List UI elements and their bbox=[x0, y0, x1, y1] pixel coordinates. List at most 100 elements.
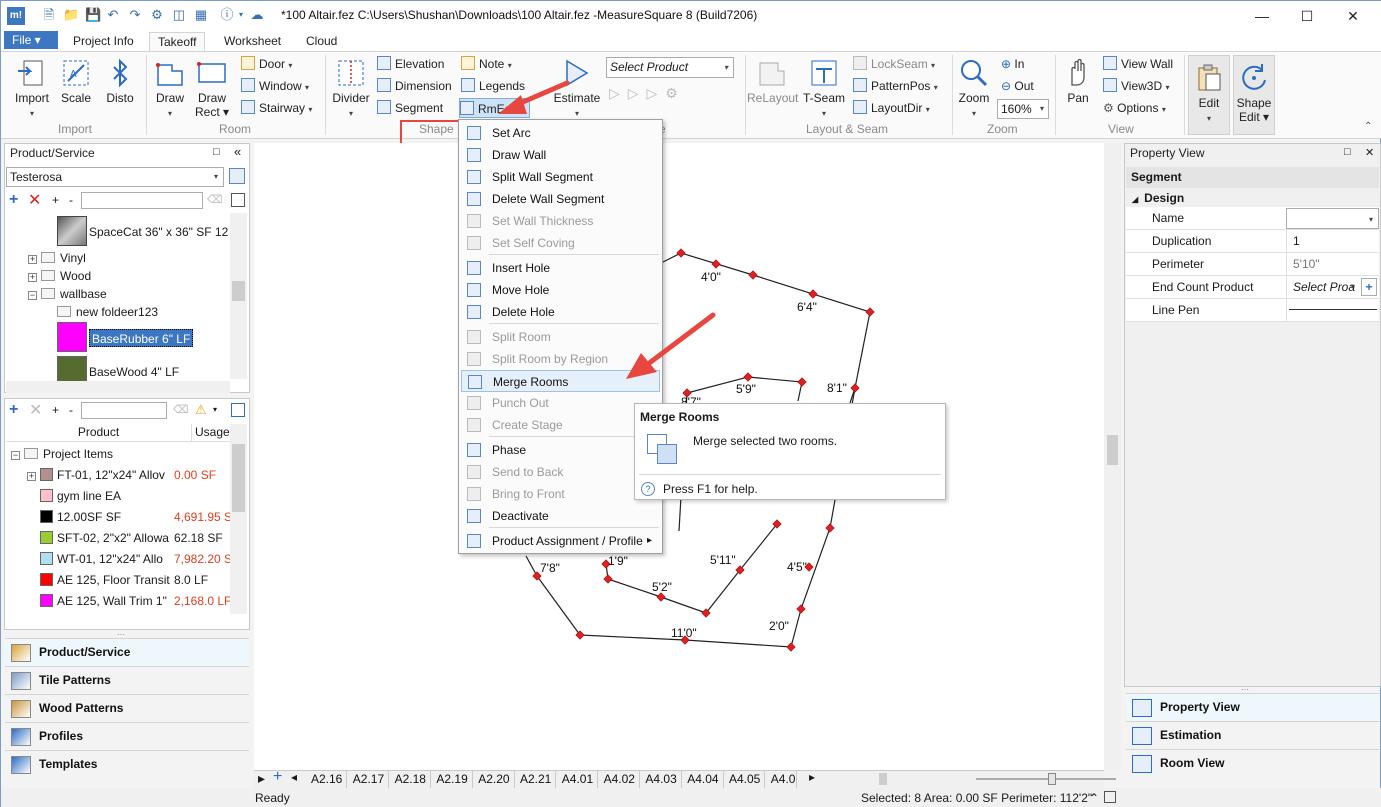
grid-icon[interactable]: ▦ bbox=[193, 7, 209, 23]
note-button[interactable]: Note ▾ bbox=[461, 54, 512, 74]
vertex-handle[interactable] bbox=[743, 372, 753, 382]
redo-icon[interactable]: ↷ bbox=[127, 7, 143, 23]
clear-search-icon[interactable]: ⌫ bbox=[207, 193, 223, 206]
menu-item-insert-hole[interactable]: Insert Hole bbox=[461, 257, 660, 279]
menu-item-delete-wall-segment[interactable]: Delete Wall Segment bbox=[461, 188, 660, 210]
vertex-handle[interactable] bbox=[850, 383, 860, 393]
add-product-icon[interactable]: + bbox=[9, 191, 18, 209]
vertex-handle[interactable] bbox=[786, 642, 796, 652]
menu-item-draw-wall[interactable]: Draw Wall bbox=[461, 144, 660, 166]
sheet-tab[interactable]: A4.01 bbox=[558, 771, 599, 788]
tab-cloud[interactable]: Cloud bbox=[298, 32, 345, 51]
dimension-button[interactable]: Dimension bbox=[377, 76, 452, 96]
view3d-button[interactable]: View3D ▾ bbox=[1103, 76, 1170, 96]
tree-item-baserubber[interactable]: BaseRubber 6" LF bbox=[89, 329, 194, 347]
nav-templates[interactable]: Templates bbox=[5, 750, 249, 778]
expand-all-icon[interactable]: + bbox=[52, 403, 59, 417]
add-item-icon[interactable]: + bbox=[9, 401, 18, 419]
sheet-tab[interactable]: A2.18 bbox=[391, 771, 431, 788]
minimize-button[interactable]: — bbox=[1251, 5, 1273, 27]
menu-item-set-arc[interactable]: Set Arc bbox=[461, 122, 660, 144]
patternpos-button[interactable]: PatternPos ▾ bbox=[853, 76, 938, 96]
warning-icon[interactable]: ⚠ bbox=[195, 402, 207, 418]
vertex-handle[interactable] bbox=[808, 289, 818, 299]
tree-item-spacecat[interactable]: SpaceCat 36" x 36" SF 12 S bbox=[89, 223, 240, 241]
usage-column-usage[interactable]: Usage bbox=[192, 424, 230, 442]
zoom-slider[interactable] bbox=[976, 773, 1116, 785]
tree-folder-wood[interactable]: + Wood bbox=[28, 267, 91, 285]
open-folder-icon[interactable]: 📁 bbox=[63, 7, 79, 23]
pan-button[interactable]: Pan bbox=[1059, 57, 1097, 105]
add-sheet-plus-button[interactable]: + bbox=[273, 768, 282, 786]
stairway-button[interactable]: Stairway ▾ bbox=[241, 98, 312, 118]
new-file-icon[interactable]: 🗎 bbox=[41, 7, 57, 23]
elevation-button[interactable]: Elevation bbox=[377, 54, 444, 74]
product-tree-scrollbar[interactable] bbox=[230, 213, 247, 379]
ribbon-collapse-icon[interactable]: ⌃ bbox=[1364, 121, 1372, 132]
collapse-all-icon[interactable]: - bbox=[69, 403, 73, 417]
property-name-select[interactable]: ▾ bbox=[1286, 208, 1379, 229]
tab-worksheet[interactable]: Worksheet bbox=[216, 32, 289, 51]
panel-close-icon[interactable]: ✕ bbox=[1365, 146, 1374, 159]
sheet-hscrollbar[interactable] bbox=[821, 771, 971, 787]
sheet-tab[interactable]: A2.19 bbox=[432, 771, 473, 788]
expand-icon[interactable]: + bbox=[27, 472, 36, 481]
scroll-up-icon[interactable]: ⌃ bbox=[1089, 788, 1099, 807]
panel-collapse-icon[interactable]: « bbox=[234, 144, 241, 159]
expand-icon[interactable]: + bbox=[28, 273, 37, 282]
menu-item-deactivate[interactable]: Deactivate bbox=[461, 505, 660, 527]
vertex-handle[interactable] bbox=[575, 630, 585, 640]
cloud-icon[interactable]: ☁ bbox=[249, 7, 265, 23]
file-tab[interactable]: File ▾ bbox=[4, 31, 58, 49]
canvas-vscrollbar[interactable] bbox=[1104, 143, 1121, 770]
sheet-tab[interactable]: A2.21 bbox=[516, 771, 557, 788]
database-icon[interactable]: ◫ bbox=[171, 7, 187, 23]
scale-button[interactable]: A Scale bbox=[57, 57, 95, 105]
window-button[interactable]: Window ▾ bbox=[241, 76, 309, 96]
warning-dropdown-icon[interactable]: ▾ bbox=[213, 405, 217, 414]
sheet-tab[interactable]: A4.05 bbox=[725, 771, 766, 788]
tree-item-basewood[interactable]: BaseWood 4" LF bbox=[89, 363, 179, 381]
vertex-handle[interactable] bbox=[796, 604, 806, 614]
vertex-handle[interactable] bbox=[711, 259, 721, 269]
nav-profiles[interactable]: Profiles bbox=[5, 722, 249, 750]
tree-folder-vinyl[interactable]: + Vinyl bbox=[28, 249, 86, 267]
tseam-button[interactable]: T-Seam ▾ bbox=[801, 57, 847, 119]
panel-layout-icon[interactable] bbox=[231, 193, 245, 207]
product-search-input[interactable] bbox=[81, 192, 203, 209]
add-sheet-button[interactable]: ▸ bbox=[258, 770, 265, 787]
zoom-button[interactable]: Zoom ▾ bbox=[955, 57, 993, 119]
expand-all-icon[interactable]: + bbox=[52, 193, 59, 207]
app-logo[interactable]: m! bbox=[7, 7, 25, 25]
nav-product-service[interactable]: Product/Service bbox=[5, 638, 249, 666]
status-toggle-icon[interactable] bbox=[1104, 791, 1116, 803]
vertex-handle[interactable] bbox=[748, 270, 758, 280]
product-tree-hscrollbar[interactable] bbox=[6, 381, 230, 393]
lockseam-button[interactable]: LockSeam ▾ bbox=[853, 54, 935, 74]
relayout-button[interactable]: ReLayout bbox=[747, 57, 798, 105]
panel-pin-icon[interactable]: □ bbox=[213, 146, 220, 158]
nav-estimation[interactable]: Estimation bbox=[1126, 721, 1379, 749]
select-product-dropdown[interactable]: Select Product ▾ bbox=[606, 57, 734, 78]
usage-scrollbar[interactable] bbox=[230, 424, 247, 614]
end-count-product-select[interactable]: Select Proa ▾ bbox=[1286, 276, 1358, 298]
door-button[interactable]: Door ▾ bbox=[241, 54, 292, 74]
sheet-tab[interactable]: A4.04 bbox=[683, 771, 724, 788]
category-dropdown[interactable]: Testerosa ▾ bbox=[6, 167, 224, 187]
options-button[interactable]: ⚙ Options ▾ bbox=[1103, 98, 1166, 118]
menu-item-delete-hole[interactable]: Delete Hole bbox=[461, 301, 660, 323]
vertex-handle[interactable] bbox=[797, 377, 807, 387]
zoom-out-button[interactable]: ⊖ Out bbox=[1001, 76, 1034, 96]
collapse-icon[interactable]: − bbox=[28, 291, 37, 300]
duplication-value[interactable]: 1 bbox=[1286, 230, 1379, 252]
import-button[interactable]: Import ▾ bbox=[9, 57, 55, 119]
sheet-tab[interactable]: A2.17 bbox=[349, 771, 390, 788]
group-toggle-icon[interactable]: ◢ bbox=[1132, 195, 1138, 204]
maximize-button[interactable]: ☐ bbox=[1296, 5, 1318, 27]
menu-item-split-wall-segment[interactable]: Split Wall Segment bbox=[461, 166, 660, 188]
sheet-tab[interactable]: A2.16 bbox=[307, 771, 348, 788]
delete-product-icon[interactable]: ✕ bbox=[28, 190, 41, 210]
vertex-handle[interactable] bbox=[603, 574, 613, 584]
rmedit-button[interactable]: RmEdit ▾ bbox=[459, 98, 530, 118]
3d-box-icon[interactable] bbox=[229, 168, 245, 184]
